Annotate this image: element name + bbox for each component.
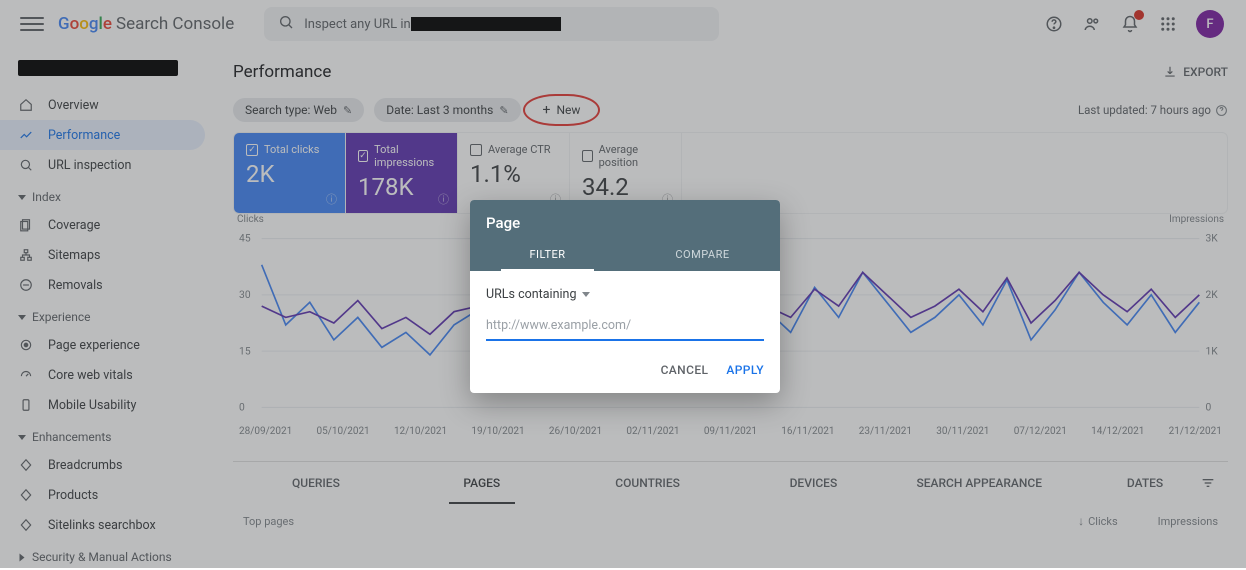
modal-title: Page	[470, 200, 780, 238]
url-match-select[interactable]: URLs containing	[486, 285, 764, 312]
page-filter-modal: Page FILTERCOMPARE URLs containing CANCE…	[470, 200, 780, 393]
cancel-button[interactable]: CANCEL	[661, 363, 709, 377]
chevron-down-icon	[582, 292, 590, 297]
url-input[interactable]	[486, 312, 764, 341]
select-label: URLs containing	[486, 287, 576, 302]
apply-button[interactable]: APPLY	[726, 363, 764, 377]
modal-tab-filter[interactable]: FILTER	[470, 238, 625, 271]
modal-tab-compare[interactable]: COMPARE	[625, 238, 780, 271]
